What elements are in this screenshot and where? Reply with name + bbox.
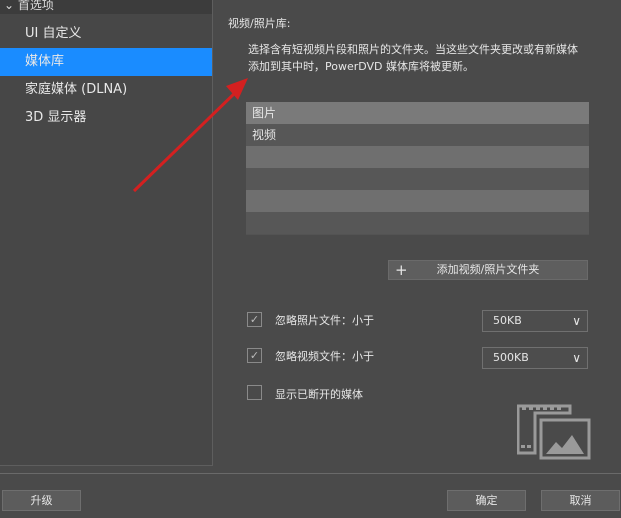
chevron-down-icon: ∨ (572, 351, 581, 365)
show-disconnected-checkbox[interactable] (247, 385, 262, 400)
sidebar-item-ui-custom[interactable]: UI 自定义 (0, 20, 212, 48)
chevron-down-icon: ⌄ (4, 0, 18, 12)
description: 选择含有短视频片段和照片的文件夹。当这些文件夹更改或有新媒体添加到其中时，Pow… (248, 43, 578, 73)
media-library-panel: 视频/照片库: 选择含有短视频片段和照片的文件夹。当这些文件夹更改或有新媒体添加… (222, 0, 621, 466)
ignore-video-label: 忽略视频文件：小于 (275, 350, 374, 363)
list-item[interactable]: 图片 (246, 102, 589, 124)
folder-list[interactable]: 图片 视频 (246, 102, 589, 235)
sidebar-header-preferences[interactable]: ⌄ 首选项 (0, 0, 212, 14)
list-row-empty (246, 212, 589, 234)
ignore-photo-label: 忽略照片文件：小于 (275, 314, 374, 327)
photo-size-select[interactable]: 50KB ∨ (482, 310, 588, 332)
annotation-arrow-icon (132, 78, 248, 193)
footer-divider (0, 473, 621, 474)
plus-icon: + (395, 261, 408, 279)
video-size-select[interactable]: 500KB ∨ (482, 347, 588, 369)
ok-button[interactable]: 确定 (447, 490, 526, 511)
show-disconnected-label: 显示已断开的媒体 (275, 388, 363, 401)
section-title: 视频/照片库: (228, 17, 291, 30)
chevron-down-icon: ∨ (572, 314, 581, 328)
upgrade-button[interactable]: 升级 (2, 490, 81, 511)
ignore-photo-checkbox[interactable]: ✓ (247, 312, 262, 327)
cancel-button[interactable]: 取消 (541, 490, 620, 511)
media-library-icon (517, 404, 591, 460)
list-row-empty (246, 146, 589, 168)
list-item[interactable]: 视频 (246, 124, 589, 146)
ignore-video-checkbox[interactable]: ✓ (247, 348, 262, 363)
add-folder-button[interactable]: + 添加视频/照片文件夹 (388, 260, 588, 280)
list-row-empty (246, 168, 589, 190)
list-row-empty (246, 190, 589, 212)
